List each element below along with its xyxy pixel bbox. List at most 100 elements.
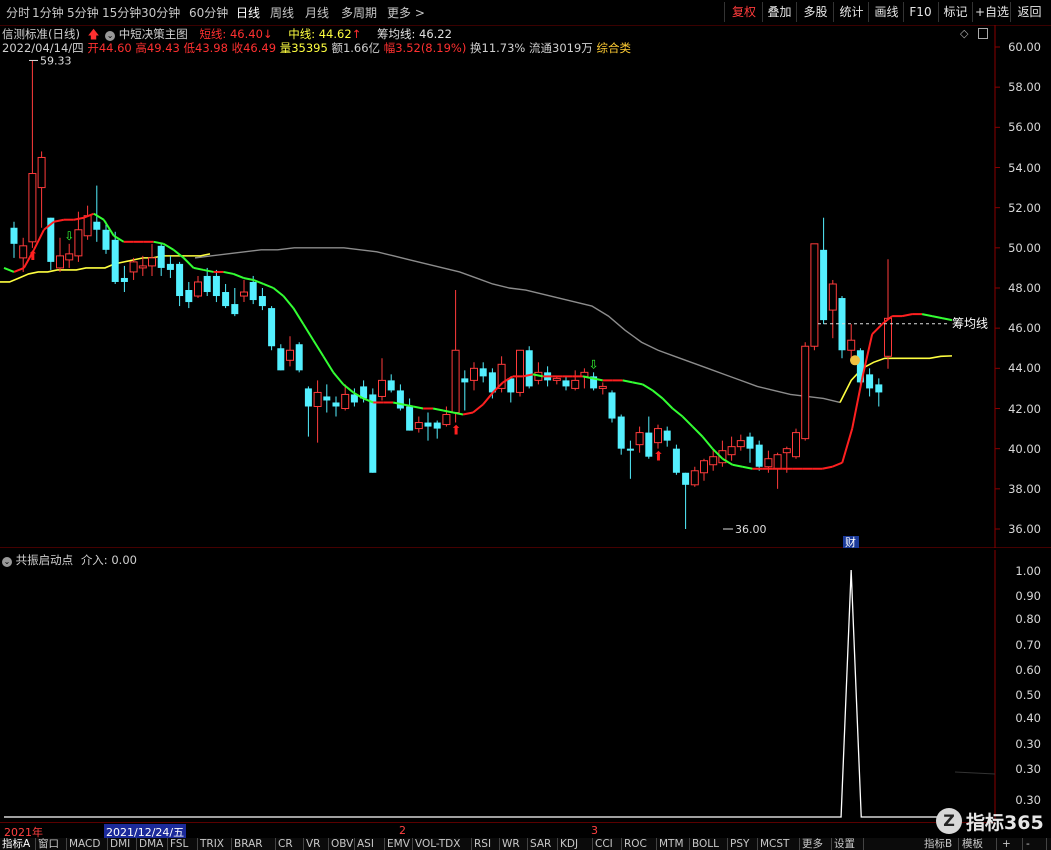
indicator-tab-6[interactable]: TRIX xyxy=(198,838,232,850)
toolbar-button-3[interactable]: 统计 xyxy=(833,2,869,22)
short-line-segment xyxy=(203,268,214,273)
candle-body xyxy=(138,265,147,269)
candle-body xyxy=(194,281,202,297)
indicator-tab-17[interactable]: KDJ xyxy=(558,838,593,850)
price-chart[interactable]: ⬆ ⬆ ⬆ ⇩ ⇩ 59.33 36.00 筹均线财 xyxy=(0,25,1051,548)
candle-body xyxy=(442,414,451,426)
indicator-tab-2[interactable]: MACD xyxy=(67,838,108,850)
indicator-tab-9[interactable]: VR xyxy=(304,838,329,850)
signal-chart[interactable] xyxy=(0,550,1051,820)
price-tick-label: 58.00 xyxy=(1008,80,1041,95)
short-line-segment xyxy=(13,266,25,273)
signal-tick-label: 0.70 xyxy=(1015,638,1041,652)
period-tab-2[interactable]: 5分钟 xyxy=(67,4,99,21)
indicator-tab-16[interactable]: SAR xyxy=(528,838,558,850)
short-line-segment xyxy=(193,266,204,271)
toolbar-button-7[interactable]: +自选 xyxy=(972,2,1011,22)
indicator-tab-20[interactable]: MTM xyxy=(657,838,690,850)
candle-body xyxy=(764,458,773,468)
short-line-segment xyxy=(233,273,244,279)
candle-body xyxy=(240,291,248,297)
short-line-segment xyxy=(312,339,325,357)
indicator-tab-21[interactable]: BOLL xyxy=(690,838,728,850)
candle-body xyxy=(782,448,791,454)
right-tab-2[interactable]: + xyxy=(1000,838,1023,850)
indicator-tab-12[interactable]: EMV xyxy=(385,838,413,850)
toolbar-button-1[interactable]: 叠加 xyxy=(762,2,796,22)
indicator-tab-13[interactable]: VOL-TDX xyxy=(413,838,472,850)
indicator-tabs: 指标A 窗口 MACD DMI DMA FSL TRIX BRAR CR VR OBV ASI EMV V… xyxy=(0,838,1051,850)
candle-body xyxy=(10,227,18,244)
short-line-segment xyxy=(671,407,684,418)
candle-body xyxy=(37,156,46,189)
short-line-segment xyxy=(53,218,65,223)
short-line-segment xyxy=(182,257,195,269)
indicator-tab-14[interactable]: RSI xyxy=(472,838,500,850)
toolbar-button-4[interactable]: 画线 xyxy=(868,2,904,22)
candle-body xyxy=(332,402,340,407)
candle-body xyxy=(129,261,138,273)
candle-body xyxy=(792,432,800,458)
toolbar-button-8[interactable]: 返回 xyxy=(1010,2,1048,22)
indicator-tab-15[interactable]: WR xyxy=(500,838,528,850)
short-line-segment xyxy=(901,313,913,318)
indicator-tab-11[interactable]: ASI xyxy=(355,838,385,850)
period-tab-6[interactable]: 日线 xyxy=(236,4,260,21)
indicator-tab-23[interactable]: MCST xyxy=(758,838,800,850)
candle-body xyxy=(341,393,350,410)
price-tick-label: 44.00 xyxy=(1008,361,1041,376)
toolbar-button-0[interactable]: 复权 xyxy=(724,2,763,22)
period-tab-10[interactable]: 更多 > xyxy=(387,4,425,21)
period-tab-0[interactable]: 分时 xyxy=(6,4,30,21)
indicator-tab-4[interactable]: DMA xyxy=(137,838,168,850)
indicator-tab-10[interactable]: OBV xyxy=(329,838,355,850)
watermark-logo: Z 指标365 xyxy=(936,806,1048,836)
right-tab-0[interactable]: 指标B xyxy=(922,838,959,850)
period-tab-8[interactable]: 月线 xyxy=(305,4,329,21)
indicator-tab-5[interactable]: FSL xyxy=(168,838,198,850)
signal-tick-label: 0.60 xyxy=(1015,663,1041,677)
period-tab-4[interactable]: 30分钟 xyxy=(141,4,180,21)
short-line-segment xyxy=(73,216,85,221)
short-line-segment xyxy=(681,415,694,428)
indicator-tab-3[interactable]: DMI xyxy=(108,838,137,850)
period-tab-7[interactable]: 周线 xyxy=(270,4,294,21)
period-tab-1[interactable]: 1分钟 xyxy=(32,4,64,21)
right-tab-3[interactable]: - xyxy=(1024,838,1047,850)
toolbar-button-5[interactable]: F10 xyxy=(903,2,937,22)
toolbar-button-2[interactable]: 多股 xyxy=(796,2,834,22)
period-tab-9[interactable]: 多周期 xyxy=(341,4,377,21)
toolbar-button-6[interactable]: 标记 xyxy=(938,2,972,22)
indicator-tab-7[interactable]: BRAR xyxy=(232,838,276,850)
candle-body xyxy=(19,245,28,259)
time-axis[interactable]: 2021年 2021/12/24/五 2 3 xyxy=(0,822,995,840)
candle-body xyxy=(507,378,515,393)
candle-body xyxy=(295,344,303,371)
candle-body xyxy=(258,296,266,307)
candle-body xyxy=(654,428,662,444)
indicator-tab-22[interactable]: PSY xyxy=(728,838,758,850)
candle-body xyxy=(222,292,230,307)
indicator-tab-8[interactable]: CR xyxy=(276,838,304,850)
indicator-tab-25[interactable]: 设置 xyxy=(832,838,864,850)
price-tick-label: 42.00 xyxy=(1008,401,1041,416)
signal-tick-label: 1.00 xyxy=(1015,564,1041,578)
indicator-tab-24[interactable]: 更多 xyxy=(800,838,832,850)
buy-arrow-icon: ⬆ xyxy=(653,450,664,465)
short-line-segment xyxy=(163,242,175,251)
indicator-tab-19[interactable]: ROC xyxy=(622,838,657,850)
candle-body xyxy=(414,422,423,430)
indicator-tab-0[interactable]: 指标A xyxy=(0,838,36,850)
indicator-tab-18[interactable]: CCI xyxy=(593,838,622,850)
price-tick-label: 56.00 xyxy=(1008,120,1041,135)
signal-tick-label: 0.40 xyxy=(1015,711,1041,725)
candle-body xyxy=(635,432,644,446)
right-tab-1[interactable]: 模板 xyxy=(960,838,997,850)
candle-body xyxy=(176,263,184,297)
period-tab-3[interactable]: 15分钟 xyxy=(102,4,141,21)
candle-body xyxy=(562,380,570,387)
period-tab-5[interactable]: 60分钟 xyxy=(189,4,228,21)
short-line-segment xyxy=(472,403,484,414)
indicator-tab-1[interactable]: 窗口 xyxy=(36,838,67,850)
short-line-segment xyxy=(402,403,414,408)
